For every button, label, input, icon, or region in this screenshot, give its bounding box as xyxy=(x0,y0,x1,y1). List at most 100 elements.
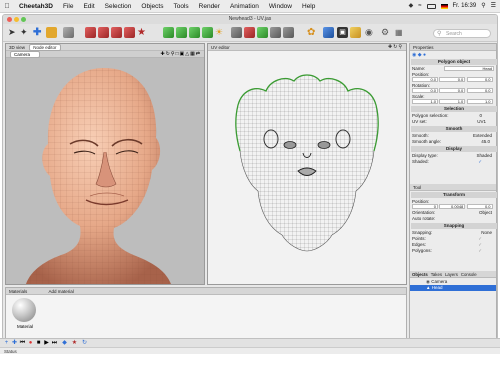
position-z-field[interactable]: 0.0 xyxy=(466,77,493,82)
stop-icon[interactable]: ■ xyxy=(35,340,42,347)
cylinder-icon[interactable] xyxy=(111,27,122,38)
light-icon[interactable]: ☀ xyxy=(215,27,226,38)
menu-animation[interactable]: Animation xyxy=(225,0,264,13)
menu-window[interactable]: Window xyxy=(264,0,297,13)
node-editor-tab[interactable]: Node editor xyxy=(29,44,61,51)
snapping-select[interactable]: None xyxy=(481,230,492,235)
view-3d-nav-icons[interactable]: ✚↻⚲□▣△▦⇄ xyxy=(160,51,201,58)
menu-cheetah3d[interactable]: Cheetah3D xyxy=(14,0,58,13)
display-type-select[interactable]: Shaded xyxy=(476,153,492,158)
camera-icon[interactable]: ◉ xyxy=(365,27,376,38)
dropbox-icon[interactable]: ◆ xyxy=(409,0,414,13)
uv-mesh[interactable] xyxy=(235,74,379,252)
cube-icon[interactable] xyxy=(85,27,96,38)
position-x-field[interactable]: 0.0 xyxy=(412,77,438,82)
uv-set-value[interactable]: UV1 xyxy=(477,119,486,124)
joint-icon[interactable]: ★ xyxy=(137,27,148,38)
close-window-button[interactable] xyxy=(7,17,12,22)
battery-icon[interactable] xyxy=(426,4,436,9)
smooth-angle-value[interactable]: 45.0 xyxy=(481,139,490,144)
clock[interactable]: Fr. 16:39 xyxy=(453,0,477,13)
film-icon[interactable]: ▣ xyxy=(337,27,348,38)
camera-select[interactable]: Camera xyxy=(10,51,40,58)
minimize-window-button[interactable] xyxy=(14,17,19,22)
live-select-icon[interactable]: ✦ xyxy=(20,27,31,38)
mirror-icon[interactable] xyxy=(202,27,213,38)
menu-tools[interactable]: Tools xyxy=(168,0,193,13)
spotlight-icon[interactable]: ⚲ xyxy=(481,0,485,13)
menu-selection[interactable]: Selection xyxy=(100,0,137,13)
tab-console[interactable]: Console xyxy=(461,271,477,277)
select-arrow-icon[interactable]: ➤ xyxy=(8,27,19,38)
camera-object-icon[interactable] xyxy=(283,27,294,38)
record-icon[interactable]: ● xyxy=(27,340,34,347)
edges-checkbox[interactable]: ✓ xyxy=(478,242,482,247)
search-input[interactable]: ⚲ Search xyxy=(433,29,491,38)
material-preview[interactable] xyxy=(12,298,36,322)
tab-takes[interactable]: Takes xyxy=(431,271,442,277)
apple-icon[interactable]:  xyxy=(0,0,14,13)
polygon-selection-value[interactable]: 0 xyxy=(479,113,482,118)
menu-help[interactable]: Help xyxy=(297,0,320,13)
scale-x-field[interactable]: 1.0 xyxy=(412,99,438,104)
scale-y-field[interactable]: 1.0 xyxy=(439,99,466,104)
menu-list-icon[interactable]: ☰ xyxy=(491,0,496,13)
add-key-icon[interactable]: + xyxy=(3,340,10,347)
shaded-checkbox[interactable]: ✓ xyxy=(478,159,482,164)
uv-map[interactable] xyxy=(208,51,406,284)
menu-render[interactable]: Render xyxy=(194,0,225,13)
move-key-icon[interactable]: ✚ xyxy=(11,340,18,347)
flag-icon[interactable] xyxy=(440,4,448,9)
tool-position-z-field[interactable]: 0.0 xyxy=(466,204,493,209)
uv-editor-panel[interactable]: UV editor ✚↻⚲ xyxy=(207,43,407,285)
smooth-select[interactable]: Extended xyxy=(473,133,492,138)
settings-icon[interactable]: ⚙ xyxy=(381,27,392,38)
menu-file[interactable]: File xyxy=(58,0,78,13)
tag-icon[interactable] xyxy=(323,27,334,38)
play-icon[interactable]: ▶ xyxy=(43,340,50,347)
render-settings-icon[interactable]: ▦ xyxy=(395,27,406,38)
subdivide-icon[interactable] xyxy=(163,27,174,38)
loop-icon[interactable]: ↻ xyxy=(81,340,88,347)
uv-nav-icons[interactable]: ✚↻⚲ xyxy=(388,44,403,51)
lion-icon[interactable]: ✿ xyxy=(307,27,318,38)
rotation-p-field[interactable]: 0.0 xyxy=(439,88,466,93)
points-checkbox[interactable]: ✓ xyxy=(478,236,482,241)
null-object-icon[interactable] xyxy=(231,27,242,38)
name-field[interactable]: Head xyxy=(444,66,494,71)
menu-edit[interactable]: Edit xyxy=(78,0,99,13)
view-3d-panel[interactable]: 3D view Node editor Camera ✚↻⚲□▣△▦⇄ xyxy=(5,43,205,285)
tool-position-y-field[interactable]: 0.0048 xyxy=(439,204,466,209)
star-key-icon[interactable]: ★ xyxy=(71,340,78,347)
tab-objects[interactable]: Objects xyxy=(412,271,428,277)
spline-icon[interactable] xyxy=(176,27,187,38)
sphere-icon[interactable] xyxy=(98,27,109,38)
tab-layers[interactable]: Layers xyxy=(445,271,458,277)
boolean-icon[interactable] xyxy=(189,27,200,38)
tool-position-x-field[interactable]: 0 xyxy=(412,204,438,209)
object-row-head[interactable]: ▲ Head xyxy=(410,285,496,291)
move-tool-icon[interactable]: ✚ xyxy=(33,27,44,38)
cone-icon[interactable] xyxy=(124,27,135,38)
scale-z-field[interactable]: 1.0 xyxy=(466,99,493,104)
menu-objects[interactable]: Objects xyxy=(136,0,168,13)
render-icon[interactable] xyxy=(63,27,74,38)
rotation-h-field[interactable]: 0.0 xyxy=(412,88,438,93)
forward-icon[interactable]: ⏭ xyxy=(51,340,58,347)
orientation-select[interactable]: Object xyxy=(479,210,492,215)
material-name[interactable]: Material xyxy=(10,324,40,329)
wifi-icon[interactable]: ≈ xyxy=(418,0,421,13)
polygons-checkbox[interactable]: ✓ xyxy=(478,248,482,253)
polygon-icon[interactable] xyxy=(244,27,255,38)
key-icon[interactable]: ◆ xyxy=(61,340,68,347)
modifier-icon[interactable] xyxy=(257,27,268,38)
rotation-b-field[interactable]: 0.0 xyxy=(466,88,493,93)
head-mesh[interactable] xyxy=(26,68,171,284)
rewind-icon[interactable]: ⏮ xyxy=(19,340,26,347)
properties-tab-icons[interactable]: ◉ ◆ ● xyxy=(412,52,426,58)
position-y-field[interactable]: 0.0 xyxy=(439,77,466,82)
scale-tool-icon[interactable] xyxy=(46,27,57,38)
particle-icon[interactable] xyxy=(270,27,281,38)
add-material-button[interactable]: Add material xyxy=(49,289,74,294)
script-icon[interactable] xyxy=(350,27,361,38)
